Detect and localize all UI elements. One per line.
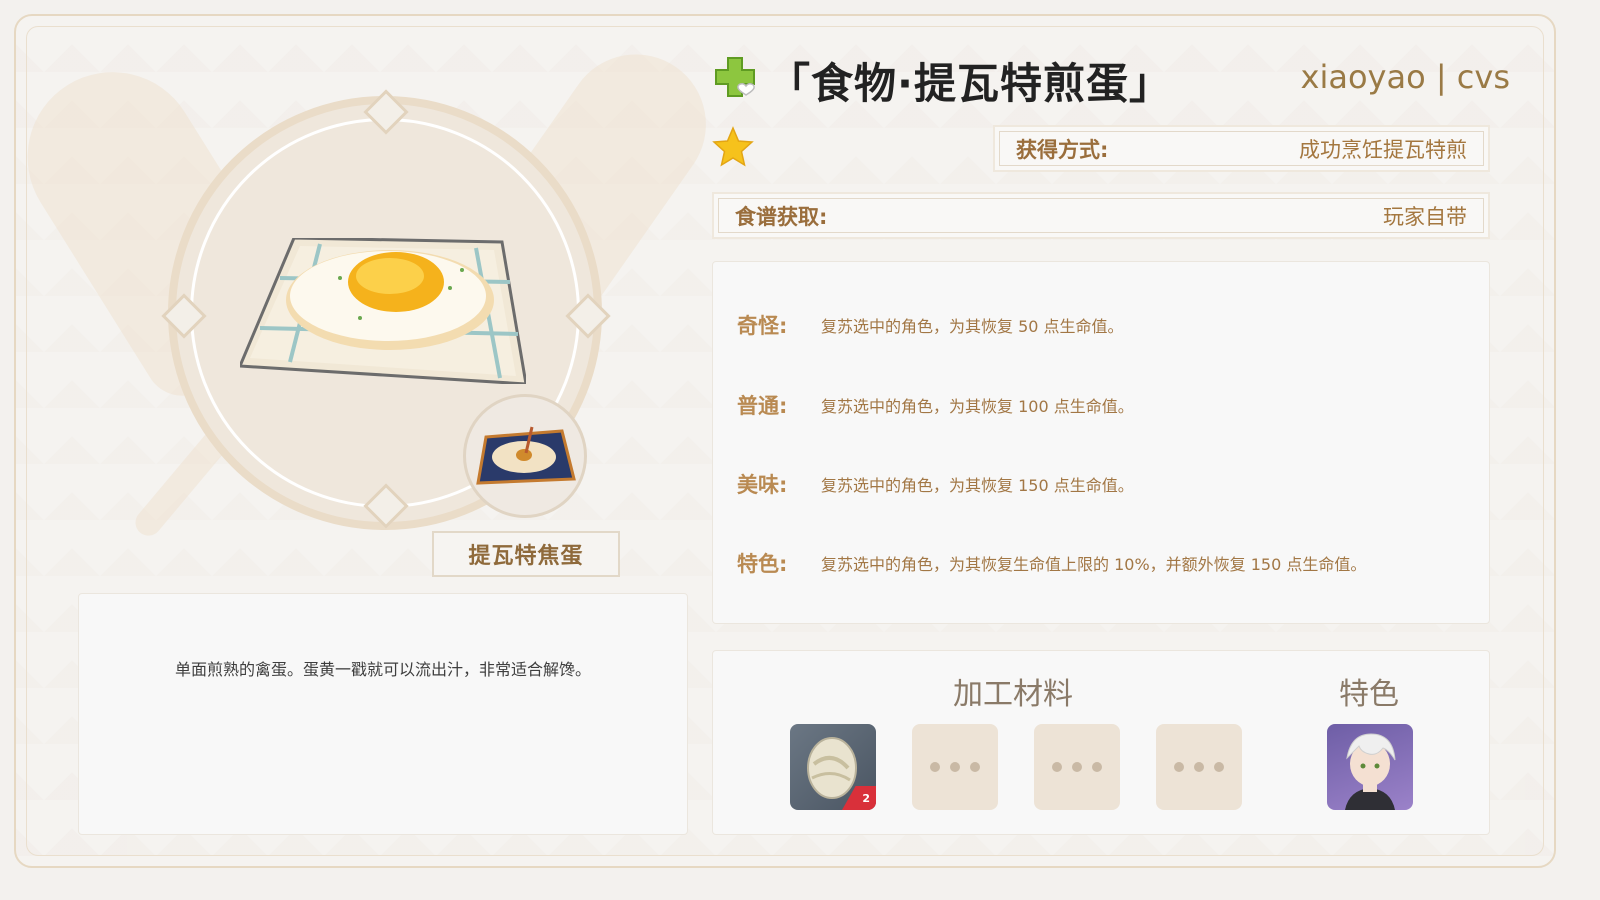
- character-avatar-slot[interactable]: [1327, 724, 1413, 810]
- ellipsis-dot: [1072, 762, 1082, 772]
- ingredients-card: 加工材料 特色 2: [712, 650, 1490, 835]
- ellipsis-dot: [1174, 762, 1184, 772]
- obtain-method-value: 成功烹饪提瓦特煎: [1299, 137, 1467, 162]
- effect-text: 复苏选中的角色，为其恢复生命值上限的 10%，并额外恢复 150 点生命值。: [821, 555, 1367, 574]
- ellipsis-dot: [1194, 762, 1204, 772]
- ingredient-slot-empty[interactable]: [1034, 724, 1120, 810]
- recipe-source-row: 食谱获取: 玩家自带: [712, 192, 1490, 239]
- special-character-title: 特色: [1339, 677, 1399, 712]
- ingredient-slot-empty[interactable]: [912, 724, 998, 810]
- obtain-method-row: 获得方式: 成功烹饪提瓦特煎: [993, 125, 1490, 172]
- effect-label: 美味:: [737, 473, 788, 497]
- description-card: 单面煎熟的禽蛋。蛋黄一戳就可以流出汁，非常适合解馋。: [78, 593, 688, 835]
- special-dish-name-tag: 提瓦特焦蛋: [432, 531, 620, 577]
- ellipsis-dot: [950, 762, 960, 772]
- effect-label: 奇怪:: [737, 314, 788, 338]
- effect-label: 特色:: [737, 552, 788, 576]
- recipe-source-label: 食谱获取:: [735, 204, 828, 229]
- ellipsis-dot: [970, 762, 980, 772]
- recipe-source-value: 玩家自带: [1383, 204, 1467, 229]
- star-icon: [712, 126, 754, 167]
- special-dish-thumbnail: [463, 394, 587, 518]
- dish-description: 单面煎熟的禽蛋。蛋黄一戳就可以流出汁，非常适合解馋。: [174, 660, 591, 679]
- ellipsis-dot: [1214, 762, 1224, 772]
- effect-text: 复苏选中的角色，为其恢复 150 点生命值。: [821, 476, 1134, 495]
- ellipsis-dot: [1052, 762, 1062, 772]
- effect-row: 奇怪: 复苏选中的角色，为其恢复 50 点生命值。: [737, 310, 1124, 340]
- special-dish-name: 提瓦特焦蛋: [468, 544, 584, 569]
- effects-card: 奇怪: 复苏选中的角色，为其恢复 50 点生命值。 普通: 复苏选中的角色，为其…: [712, 261, 1490, 624]
- ellipsis-dot: [930, 762, 940, 772]
- ingredient-slot-egg[interactable]: 2: [790, 724, 876, 810]
- burnt-egg-image: [476, 426, 576, 485]
- heal-plus-icon: [715, 57, 755, 97]
- ingredient-slot-empty[interactable]: [1156, 724, 1242, 810]
- ingredients-title: 加工材料: [953, 677, 1073, 712]
- effect-row: 普通: 复苏选中的角色，为其恢复 100 点生命值。: [737, 390, 1134, 420]
- fried-egg-image: [240, 238, 526, 384]
- effect-row: 美味: 复苏选中的角色，为其恢复 150 点生命值。: [737, 469, 1134, 499]
- ellipsis-dot: [1092, 762, 1102, 772]
- page-title: 「食物·提瓦特煎蛋」: [768, 59, 1172, 108]
- obtain-method-label: 获得方式:: [1016, 137, 1109, 162]
- author-credit: xiaoyao | cvs: [1300, 58, 1510, 96]
- effect-text: 复苏选中的角色，为其恢复 100 点生命值。: [821, 397, 1134, 416]
- effect-row: 特色: 复苏选中的角色，为其恢复生命值上限的 10%，并额外恢复 150 点生命…: [737, 548, 1366, 578]
- character-avatar: [1345, 733, 1396, 810]
- effect-label: 普通:: [737, 394, 788, 418]
- effect-text: 复苏选中的角色，为其恢复 50 点生命值。: [821, 317, 1124, 336]
